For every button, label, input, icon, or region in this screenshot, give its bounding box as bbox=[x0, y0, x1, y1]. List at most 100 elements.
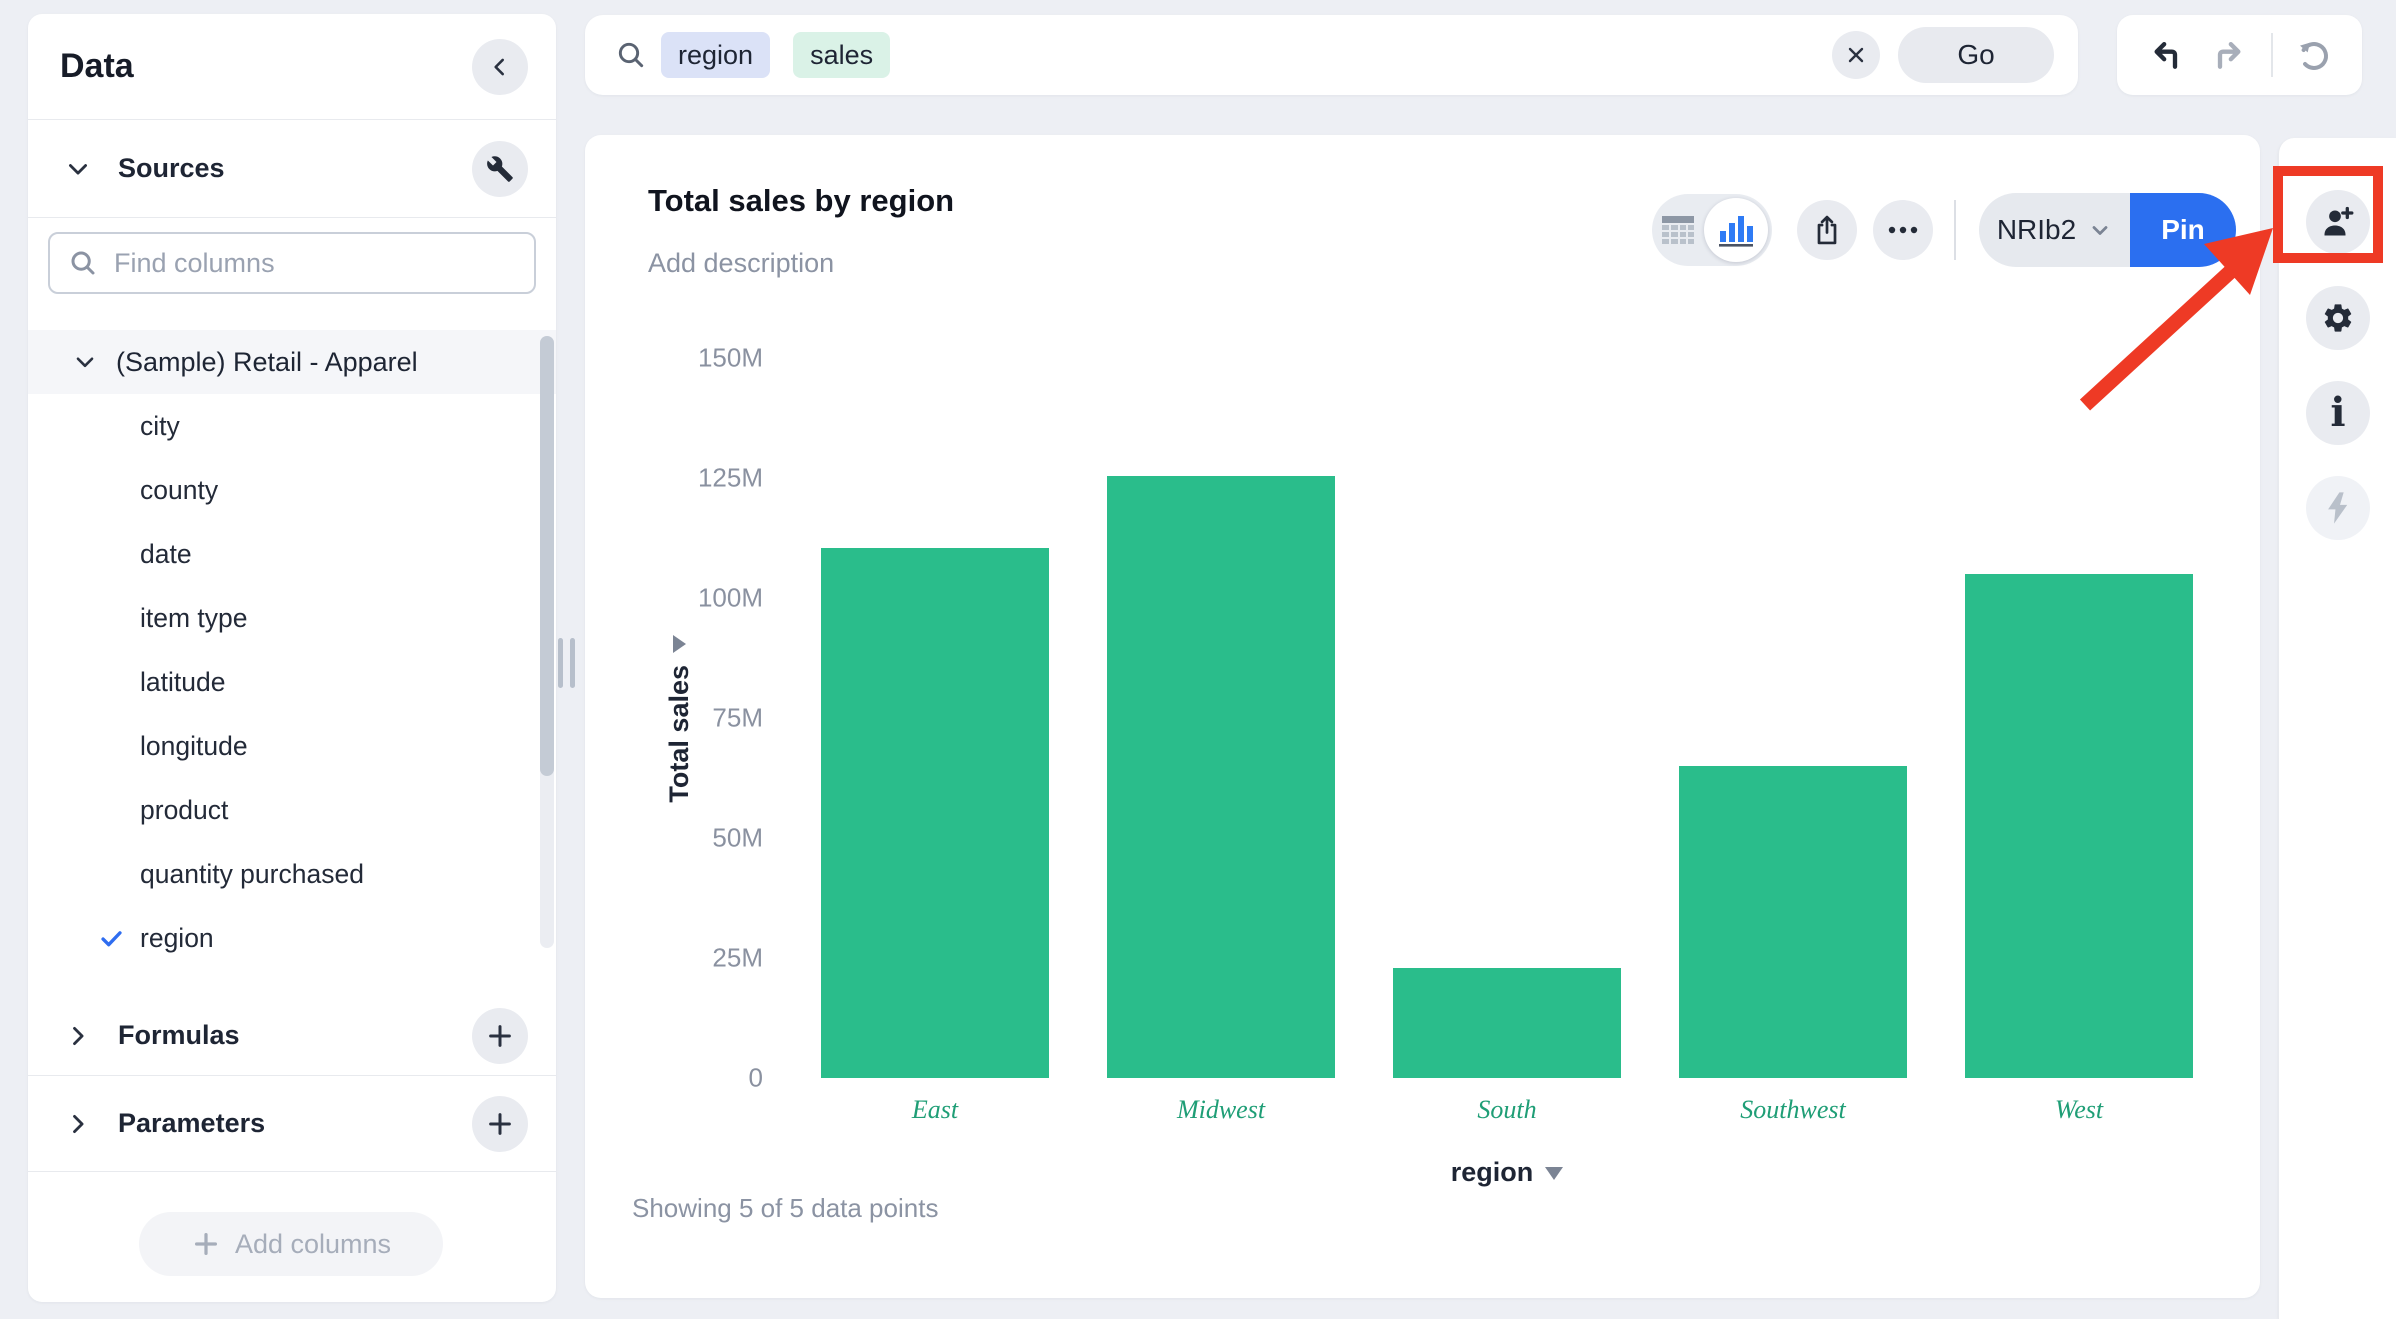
column-label: date bbox=[140, 539, 192, 570]
search-bar: region sales Go bbox=[585, 15, 2078, 95]
y-axis-tick: 25M bbox=[712, 943, 763, 974]
divider bbox=[1954, 200, 1956, 260]
column-label: longitude bbox=[140, 731, 248, 762]
x-category-label-southwest[interactable]: Southwest bbox=[1650, 1095, 1936, 1125]
chevron-right-icon bbox=[64, 1022, 92, 1050]
bar-slot bbox=[1364, 358, 1650, 1078]
wrench-icon bbox=[486, 155, 514, 183]
add-parameter-button[interactable] bbox=[472, 1096, 528, 1152]
close-icon bbox=[1844, 43, 1868, 67]
share-button[interactable] bbox=[1797, 200, 1857, 260]
column-label: county bbox=[140, 475, 218, 506]
find-columns-input[interactable] bbox=[114, 248, 516, 279]
bar-chart-icon bbox=[1718, 213, 1754, 247]
column-item-latitude[interactable]: latitude bbox=[28, 650, 556, 714]
data-panel-header: Data bbox=[28, 14, 556, 120]
x-axis-title-dropdown[interactable]: region bbox=[792, 1157, 2222, 1187]
plus-icon bbox=[485, 1021, 515, 1051]
ellipsis-icon bbox=[1887, 225, 1919, 235]
bar-midwest[interactable] bbox=[1107, 476, 1335, 1078]
chevron-down-icon bbox=[64, 155, 92, 183]
plus-icon bbox=[485, 1109, 515, 1139]
caret-down-icon bbox=[1545, 1167, 1563, 1180]
chart-view-button[interactable] bbox=[1704, 194, 1772, 266]
search-token-sales[interactable]: sales bbox=[793, 32, 890, 78]
source-item[interactable]: (Sample) Retail - Apparel bbox=[28, 330, 556, 394]
x-category-label-east[interactable]: East bbox=[792, 1095, 1078, 1125]
share-icon bbox=[1812, 214, 1842, 246]
info-button[interactable]: i bbox=[2306, 381, 2370, 445]
undo-icon bbox=[2145, 35, 2185, 75]
source-name: (Sample) Retail - Apparel bbox=[116, 347, 418, 378]
search-icon bbox=[68, 248, 98, 278]
add-formula-button[interactable] bbox=[472, 1008, 528, 1064]
undo-button[interactable] bbox=[2141, 31, 2189, 79]
y-axis-tick: 150M bbox=[698, 343, 763, 374]
x-category-label-south[interactable]: South bbox=[1364, 1095, 1650, 1125]
refresh-button[interactable] bbox=[2290, 31, 2338, 79]
add-columns-label: Add columns bbox=[235, 1229, 391, 1260]
parameters-label: Parameters bbox=[118, 1108, 472, 1139]
sidebar-scrollbar-thumb[interactable] bbox=[540, 336, 554, 776]
app-root: Data Sources bbox=[0, 0, 2396, 1319]
column-item-longitude[interactable]: longitude bbox=[28, 714, 556, 778]
x-category-label-midwest[interactable]: Midwest bbox=[1078, 1095, 1364, 1125]
parameters-section-header[interactable]: Parameters bbox=[28, 1075, 556, 1172]
redo-icon bbox=[2210, 35, 2250, 75]
clear-search-button[interactable] bbox=[1832, 31, 1880, 79]
y-axis-tick: 75M bbox=[712, 703, 763, 734]
x-category-label-west[interactable]: West bbox=[1936, 1095, 2222, 1125]
redo-button[interactable] bbox=[2206, 31, 2254, 79]
bar-east[interactable] bbox=[821, 548, 1049, 1078]
y-axis-tick: 100M bbox=[698, 583, 763, 614]
bar-slot bbox=[1650, 358, 1936, 1078]
spotiq-button[interactable] bbox=[2306, 476, 2370, 540]
bar-slot bbox=[1936, 358, 2222, 1078]
bar-west[interactable] bbox=[1965, 574, 2193, 1078]
panel-title: Data bbox=[60, 47, 472, 86]
column-item-quantity-purchased[interactable]: quantity purchased bbox=[28, 842, 556, 906]
chevron-left-icon bbox=[487, 54, 513, 80]
formulas-section-header[interactable]: Formulas bbox=[28, 996, 556, 1075]
source-tree: (Sample) Retail - Apparel city county date… bbox=[28, 316, 556, 976]
search-icon bbox=[615, 39, 647, 71]
refresh-icon bbox=[2294, 35, 2334, 75]
table-icon bbox=[1661, 215, 1695, 245]
bar-southwest[interactable] bbox=[1679, 766, 1907, 1078]
sources-section-header[interactable]: Sources bbox=[28, 120, 556, 218]
column-item-county[interactable]: county bbox=[28, 458, 556, 522]
column-item-product[interactable]: product bbox=[28, 778, 556, 842]
column-item-date[interactable]: date bbox=[28, 522, 556, 586]
y-axis-title[interactable]: Total sales bbox=[661, 635, 697, 803]
column-item-city[interactable]: city bbox=[28, 394, 556, 458]
column-label: quantity purchased bbox=[140, 859, 364, 890]
answer-card: Total sales by region Add description bbox=[585, 135, 2260, 1298]
go-button[interactable]: Go bbox=[1898, 27, 2054, 83]
view-toggle bbox=[1652, 194, 1772, 266]
column-label: latitude bbox=[140, 667, 225, 698]
sort-triangle-icon bbox=[673, 635, 686, 653]
column-label: item type bbox=[140, 603, 248, 634]
edit-sources-button[interactable] bbox=[472, 141, 528, 197]
plus-icon bbox=[191, 1229, 221, 1259]
answer-description-placeholder[interactable]: Add description bbox=[648, 248, 834, 279]
column-item-region[interactable]: region bbox=[28, 906, 556, 970]
data-panel: Data Sources bbox=[28, 14, 556, 1302]
search-token-region[interactable]: region bbox=[661, 32, 770, 78]
y-axis-title-label: Total sales bbox=[664, 665, 695, 803]
bar-south[interactable] bbox=[1393, 968, 1621, 1078]
column-label: region bbox=[140, 923, 214, 954]
column-item-item-type[interactable]: item type bbox=[28, 586, 556, 650]
table-view-button[interactable] bbox=[1652, 194, 1704, 266]
search-input[interactable] bbox=[890, 25, 1832, 85]
check-icon bbox=[98, 925, 125, 952]
settings-button[interactable] bbox=[2306, 286, 2370, 350]
answer-title[interactable]: Total sales by region bbox=[648, 183, 954, 219]
add-columns-button[interactable]: Add columns bbox=[139, 1212, 443, 1276]
collapse-panel-button[interactable] bbox=[472, 39, 528, 95]
divider bbox=[2271, 33, 2273, 77]
more-options-button[interactable] bbox=[1873, 200, 1933, 260]
x-axis-title-label: region bbox=[1451, 1157, 1534, 1187]
sidebar-scrollbar-track bbox=[540, 336, 554, 948]
panel-resize-handle[interactable] bbox=[558, 638, 578, 688]
